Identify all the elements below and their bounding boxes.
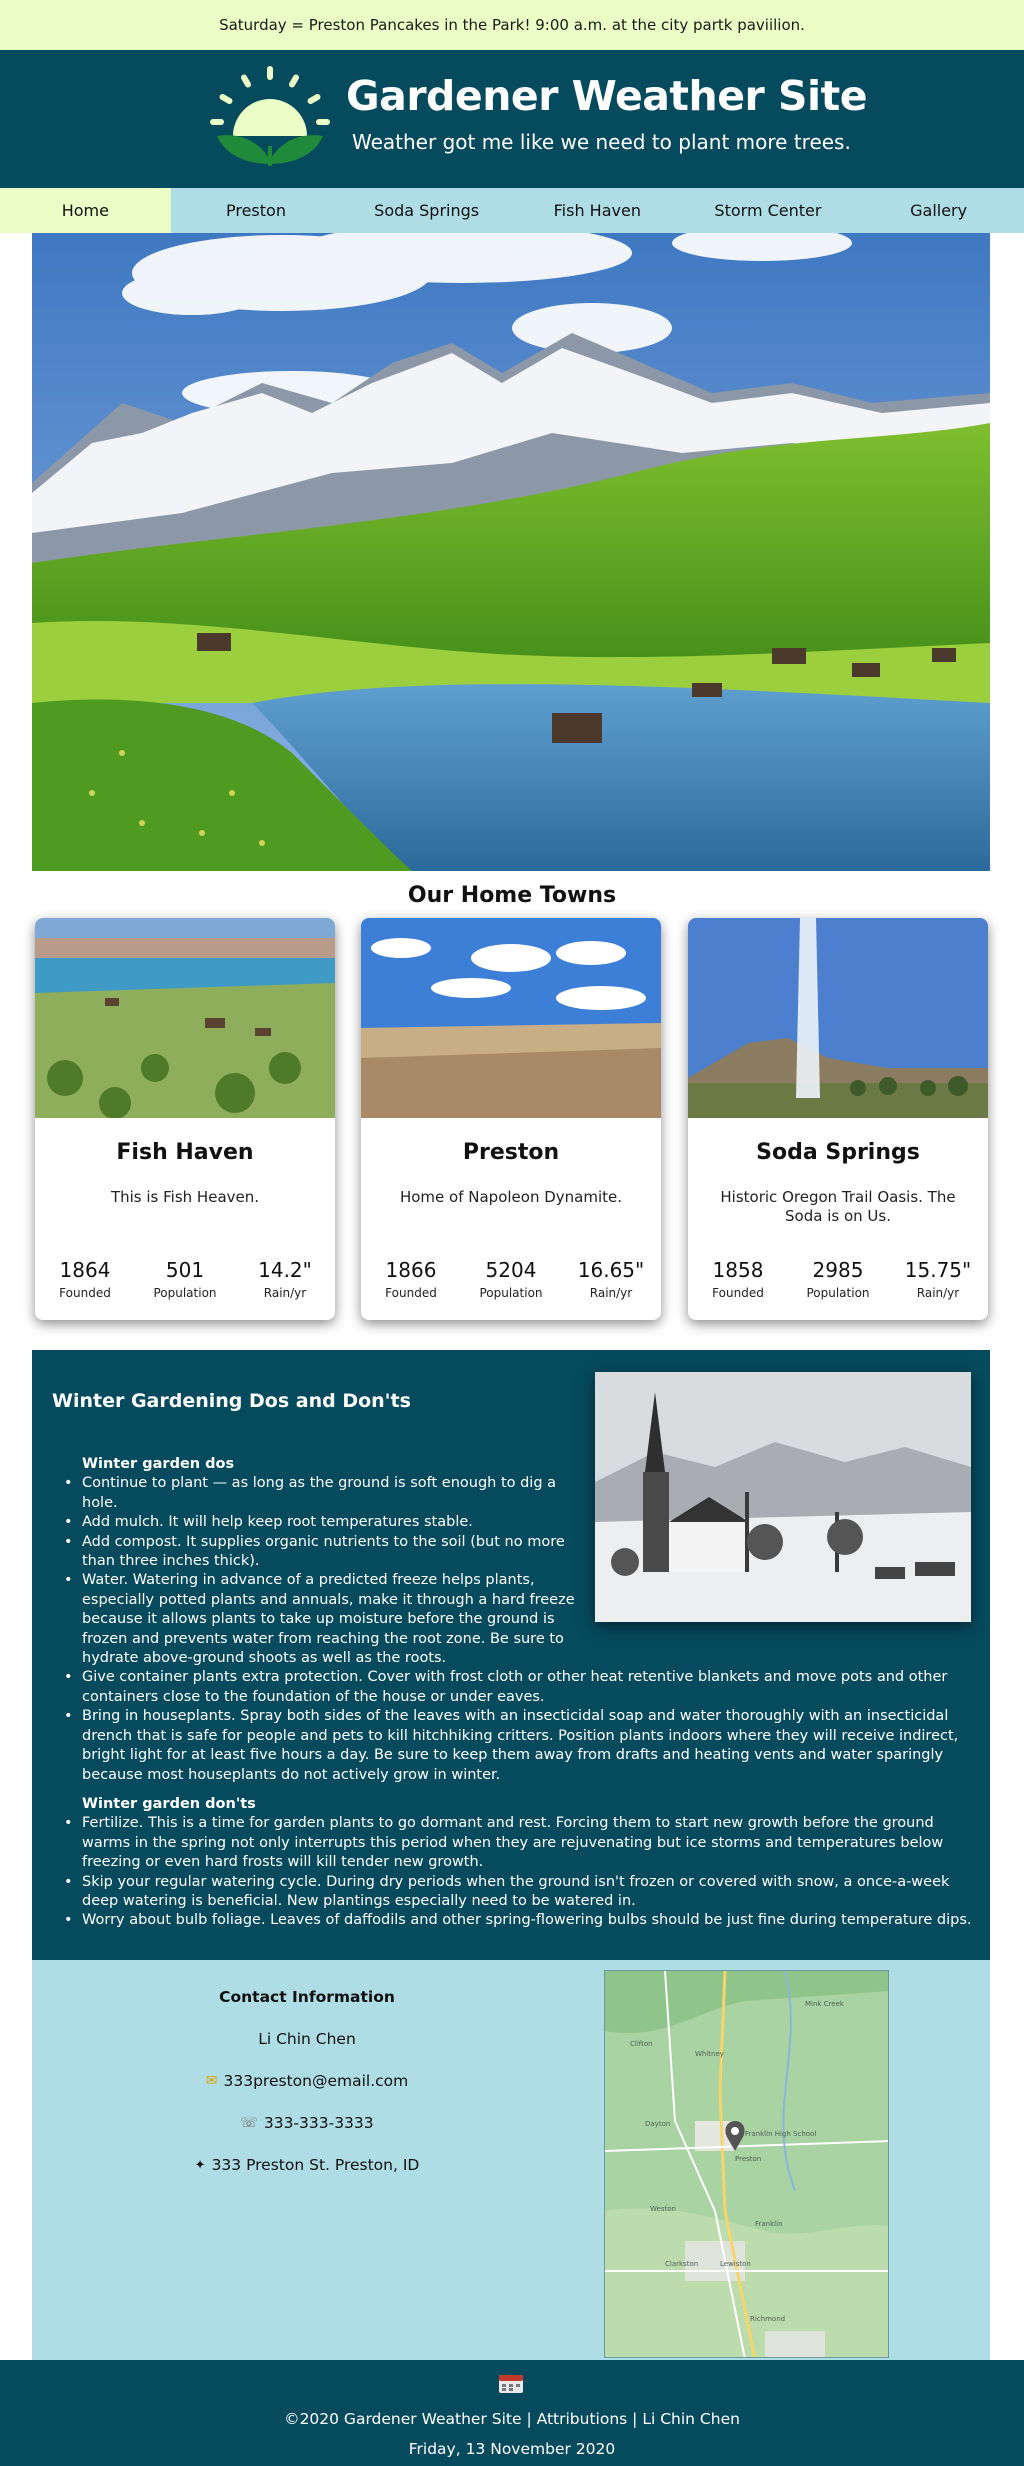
email-text[interactable]: 333preston@email.com	[224, 2072, 409, 2090]
contact-email[interactable]: ✉ 333preston@email.com	[112, 2072, 502, 2090]
footer-date: Friday, 13 November 2020	[408, 2440, 616, 2458]
site-footer: ©2020 Gardener Weather Site | Attributio…	[0, 2360, 1024, 2466]
hero-image	[32, 233, 990, 871]
list-item: Skip your regular watering cycle. During…	[64, 1873, 972, 1912]
phone-icon: ☏	[240, 2115, 258, 2131]
location-map[interactable]: Mink Creek Clifton Whitney Dayton Frankl…	[604, 1970, 889, 2358]
announcement-banner: Saturday = Preston Pancakes in the Park!…	[0, 0, 1024, 50]
nav-gallery[interactable]: Gallery	[853, 188, 1024, 233]
stat-rain: 15.75" Rain/yr	[904, 1258, 972, 1300]
envelope-icon: ✉	[205, 2073, 218, 2089]
town-card-soda-springs[interactable]: Soda Springs Historic Oregon Trail Oasis…	[688, 918, 988, 1320]
donts-heading: Winter garden don'ts	[82, 1795, 256, 1812]
town-name: Preston	[462, 1140, 560, 1165]
fish-haven-image	[35, 918, 335, 1118]
stat-population: 5204 Population	[479, 1258, 543, 1300]
stat-founded: 1864 Founded	[59, 1258, 111, 1300]
town-motto: Home of Napoleon Dynamite.	[399, 1188, 623, 1206]
banner-text: Saturday = Preston Pancakes in the Park!…	[219, 16, 805, 34]
map-label: Dayton	[645, 2120, 670, 2128]
map-label: Mink Creek	[805, 2000, 845, 2008]
map-label: Clifton	[630, 2040, 653, 2048]
dos-heading: Winter garden dos	[82, 1456, 235, 1472]
town-stats: 1866 Founded 5204 Population 16.65" Rain/yr	[361, 1258, 661, 1300]
map-label: Lewiston	[720, 2260, 751, 2268]
stat-rain: 16.65" Rain/yr	[577, 1258, 645, 1300]
soda-springs-image	[688, 918, 988, 1118]
town-motto: Historic Oregon Trail Oasis. The Soda is…	[720, 1188, 956, 1225]
contact-title: Contact Information	[219, 1988, 395, 2006]
map-label: Franklin High School	[745, 2130, 816, 2138]
stat-founded: 1866 Founded	[385, 1258, 437, 1300]
town-card-fish-haven[interactable]: Fish Haven This is Fish Heaven. 1864 Foun…	[35, 918, 335, 1320]
separator: |	[632, 2410, 638, 2428]
calendar-icon	[499, 2375, 523, 2393]
winter-title: Winter Gardening Dos and Don'ts	[52, 1390, 411, 1412]
map-label: Weston	[650, 2205, 676, 2213]
nav-home[interactable]: Home	[0, 188, 171, 233]
footer-credits: ©2020 Gardener Weather Site | Attributio…	[0, 2410, 1024, 2428]
attributions-link[interactable]: Attributions	[537, 2410, 628, 2428]
winter-body: Winter garden dos Continue to plant — as…	[64, 1455, 972, 1931]
preston-image	[361, 918, 661, 1118]
site-title: Gardener Weather Site	[346, 72, 868, 120]
map-label: Preston	[735, 2155, 761, 2163]
map-label: Whitney	[695, 2050, 724, 2058]
donts-list: Fertilize. This is a time for garden pla…	[64, 1814, 972, 1931]
list-item: Bring in houseplants. Spray both sides o…	[64, 1707, 972, 1785]
nav-fish-haven[interactable]: Fish Haven	[512, 188, 683, 233]
stat-rain: 14.2" Rain/yr	[258, 1258, 312, 1300]
town-card-preston[interactable]: Preston Home of Napoleon Dynamite. 1866 F…	[361, 918, 661, 1320]
list-item: Add mulch. It will help keep root temper…	[64, 1513, 582, 1533]
town-name: Soda Springs	[756, 1140, 920, 1165]
site-header: Gardener Weather Site Weather got me lik…	[0, 50, 1024, 188]
address-text: 333 Preston St. Preston, ID	[211, 2156, 420, 2174]
sun-plant-logo-icon[interactable]	[205, 64, 335, 174]
winter-gardening-section: Winter Gardening Dos and Don'ts Winter g…	[32, 1350, 990, 1960]
contact-address: ✦ 333 Preston St. Preston, ID	[112, 2156, 502, 2174]
list-item: Continue to plant — as long as the groun…	[64, 1474, 582, 1513]
separator: |	[526, 2410, 532, 2428]
contact-phone[interactable]: ☏ 333-333-3333	[112, 2114, 502, 2132]
stat-founded: 1858 Founded	[712, 1258, 764, 1300]
phone-text[interactable]: 333-333-3333	[264, 2114, 374, 2132]
map-label: Franklin	[755, 2220, 783, 2228]
dos-list: Continue to plant — as long as the groun…	[64, 1474, 972, 1785]
map-label: Richmond	[750, 2315, 785, 2323]
list-item: Worry about bulb foliage. Leaves of daff…	[64, 1911, 972, 1931]
site-tagline: Weather got me like we need to plant mor…	[352, 130, 851, 154]
list-item: Add compost. It supplies organic nutrien…	[64, 1533, 582, 1572]
list-item: Fertilize. This is a time for garden pla…	[64, 1814, 972, 1872]
copyright-text: ©2020 Gardener Weather Site	[284, 2410, 522, 2428]
pushpin-icon: ✦	[194, 2157, 206, 2173]
nav-preston[interactable]: Preston	[171, 188, 342, 233]
contact-name: Li Chin Chen	[258, 2030, 356, 2048]
list-item: Water. Watering in advance of a predicte…	[64, 1571, 582, 1668]
nav-soda-springs[interactable]: Soda Springs	[341, 188, 512, 233]
town-name: Fish Haven	[116, 1140, 254, 1165]
towns-heading: Our Home Towns	[407, 883, 617, 908]
nav-storm-center[interactable]: Storm Center	[683, 188, 854, 233]
main-nav: Home Preston Soda Springs Fish Haven Sto…	[0, 188, 1024, 233]
stat-population: 501 Population	[153, 1258, 217, 1300]
contact-info: Contact Information Li Chin Chen ✉ 333pr…	[112, 1988, 502, 2198]
map-label: Clarkston	[665, 2260, 698, 2268]
town-stats: 1858 Founded 2985 Population 15.75" Rain/yr	[688, 1258, 988, 1300]
contact-section: Contact Information Li Chin Chen ✉ 333pr…	[32, 1960, 990, 2360]
town-motto: This is Fish Heaven.	[110, 1188, 260, 1206]
town-stats: 1864 Founded 501 Population 14.2" Rain/yr	[35, 1258, 335, 1300]
stat-population: 2985 Population	[806, 1258, 870, 1300]
list-item: Give container plants extra protection. …	[64, 1668, 972, 1707]
author-text: Li Chin Chen	[642, 2410, 740, 2428]
